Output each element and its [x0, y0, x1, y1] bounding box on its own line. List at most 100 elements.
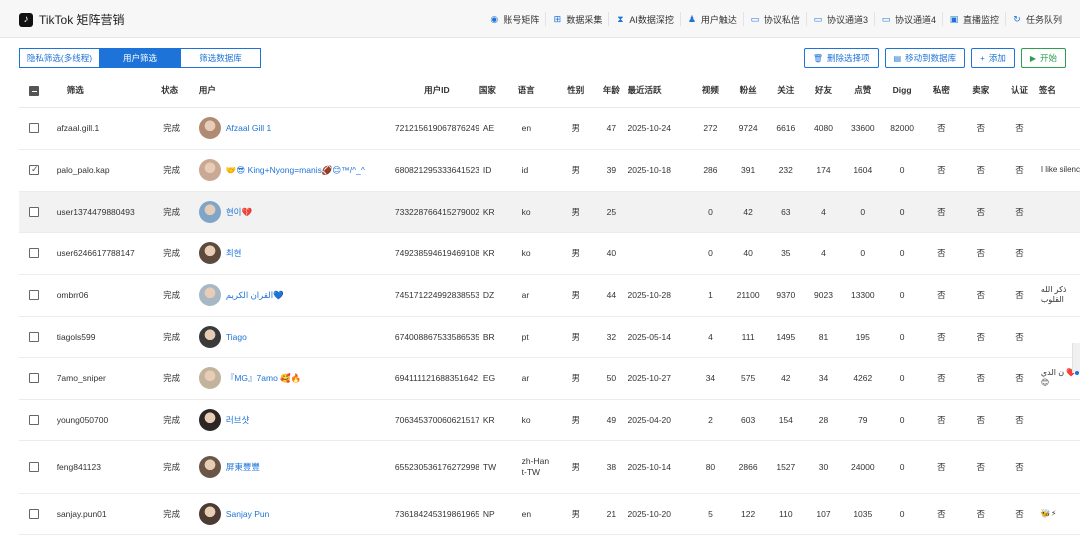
column-header[interactable]: 卖家: [961, 74, 1001, 108]
column-header[interactable]: 性别: [556, 74, 596, 108]
nav-item-3[interactable]: ♟ 用户触达: [679, 12, 743, 26]
nav-item-5[interactable]: ▭ 协议通道3: [805, 12, 874, 26]
cell-status: 完成: [161, 107, 199, 150]
table-row[interactable]: young050700 完成 러브샷 7063453700606215170 KR ko 男…: [19, 399, 1080, 441]
user-link[interactable]: 『MG』7amo 🥰🔥: [226, 372, 301, 384]
column-header[interactable]: 好友: [804, 74, 843, 108]
nav-item-0[interactable]: ◉ 账号矩阵: [483, 12, 545, 26]
row-checkbox[interactable]: [29, 248, 39, 259]
table-row[interactable]: ombrr06 完成 القران الكريم💙 74517122499283855…: [19, 274, 1080, 317]
cell-gender: 男: [556, 440, 596, 494]
cell-user-id: 7492385946194691088: [394, 232, 479, 275]
row-checkbox[interactable]: [29, 164, 39, 176]
table-row[interactable]: palo_palo.kap完成 🤝😎 King+Nyong=manis🏈😊™/^_…: [19, 149, 1080, 192]
column-header[interactable]: 最近活跃: [627, 74, 693, 108]
nav-item-4[interactable]: ▭ 协议私信: [742, 12, 806, 26]
table-row[interactable]: feng841123 完成 屏東豐豐 6552305361762729985 TW zh-…: [19, 440, 1080, 494]
cell-user[interactable]: Tiago: [198, 316, 395, 358]
table-row[interactable]: user1374479880493 完成 현이💔 733228766415279002…: [19, 191, 1080, 233]
row-checkbox[interactable]: [29, 414, 39, 425]
tab-0[interactable]: 隐私筛选(多线程): [19, 48, 100, 68]
row-checkbox[interactable]: [29, 206, 39, 217]
select-all-checkbox[interactable]: [19, 74, 57, 108]
row-checkbox-cell: [19, 149, 57, 192]
user-cell: القران الكريم💙: [198, 284, 391, 306]
column-header[interactable]: 视频: [692, 74, 729, 108]
tab-1[interactable]: 用户筛选: [100, 48, 181, 68]
row-checkbox[interactable]: [29, 290, 39, 301]
nav-item-6[interactable]: ▭ 协议通道4: [873, 12, 942, 26]
column-header[interactable]: 用户ID: [394, 74, 479, 108]
cell-following: 42: [767, 357, 805, 400]
user-link[interactable]: Afzaal Gill 1: [226, 123, 271, 133]
cell-user[interactable]: Sanjay Pun: [198, 493, 395, 535]
table-row[interactable]: 7amo_sniper 完成 『MG』7amo 🥰🔥 6941111216883516…: [19, 357, 1080, 400]
row-checkbox[interactable]: [29, 373, 39, 384]
column-header[interactable]: 年龄: [595, 74, 628, 108]
nav-item-8[interactable]: ↻ 任务队列: [1004, 12, 1068, 26]
cell-fans: 391: [728, 149, 768, 192]
column-header[interactable]: 关注: [767, 74, 805, 108]
action-button-0[interactable]: 🗑 删除选择项: [803, 48, 879, 68]
column-header[interactable]: 粉丝: [728, 74, 768, 108]
filter-tabs: 隐私筛选(多线程) 用户筛选 筛选数据库: [19, 48, 261, 68]
user-link[interactable]: 屏東豐豐: [226, 461, 260, 473]
column-header[interactable]: 国家: [478, 74, 518, 108]
avatar: [198, 367, 221, 389]
row-checkbox-cell: [19, 107, 57, 150]
row-checkbox[interactable]: [29, 123, 39, 134]
cell-country: NP: [478, 493, 518, 535]
cell-private: 否: [921, 493, 962, 535]
column-header[interactable]: 私密: [921, 74, 962, 108]
cell-user[interactable]: 『MG』7amo 🥰🔥: [198, 357, 395, 400]
action-button-3[interactable]: ▶ 开始: [1020, 48, 1066, 68]
row-checkbox[interactable]: [29, 331, 39, 342]
row-checkbox[interactable]: [29, 461, 39, 472]
vertical-scrollbar[interactable]: [1072, 343, 1080, 375]
column-header[interactable]: 认证: [1000, 74, 1039, 108]
cell-country: BR: [478, 316, 518, 358]
cell-user[interactable]: 최현: [198, 232, 395, 275]
row-checkbox-cell: [19, 232, 57, 275]
cell-signature: [1038, 107, 1080, 150]
table-body: afzaal.gill.1 完成 Afzaal Gill 1 721215619067…: [19, 107, 1080, 535]
table-row[interactable]: tiagols599 完成 Tiago 6740088675335865350 BR pt…: [19, 316, 1080, 358]
cell-filter: palo_palo.kap: [56, 149, 162, 192]
user-link[interactable]: Tiago: [226, 332, 247, 342]
cell-user[interactable]: القران الكريم💙: [198, 274, 395, 317]
account-matrix-icon: ◉: [490, 14, 499, 24]
cell-user[interactable]: 🤝😎 King+Nyong=manis🏈😊™/^_^: [198, 149, 395, 192]
cell-videos: 80: [692, 440, 729, 494]
column-header[interactable]: 状态: [161, 74, 199, 108]
column-header[interactable]: 签名: [1038, 74, 1080, 108]
cell-user[interactable]: 현이💔: [198, 191, 395, 233]
column-header[interactable]: 语言: [517, 74, 557, 108]
column-header[interactable]: 点赞: [842, 74, 883, 108]
table-row[interactable]: afzaal.gill.1 完成 Afzaal Gill 1 721215619067…: [19, 107, 1080, 150]
user-link[interactable]: 🤝😎 King+Nyong=manis🏈😊™/^_^: [226, 165, 365, 176]
row-checkbox[interactable]: [29, 508, 39, 519]
column-header[interactable]: 筛选: [56, 74, 162, 108]
cell-filter: sanjay.pun01: [56, 493, 162, 535]
play-icon: ▶: [1029, 53, 1036, 63]
nav-item-2[interactable]: ⧗ AI数据深挖: [608, 12, 680, 26]
nav-item-1[interactable]: ⊞ 数据采集: [545, 12, 608, 26]
user-link[interactable]: 러브샷: [226, 414, 249, 426]
cell-lang: ko: [517, 399, 557, 441]
cell-lang: pt: [517, 316, 557, 358]
nav-item-7[interactable]: ▣ 直播监控: [941, 12, 1005, 26]
cell-user[interactable]: 屏東豐豐: [198, 440, 395, 494]
action-button-1[interactable]: ▤ 移动到数据库: [884, 48, 966, 68]
action-button-2[interactable]: + 添加: [971, 48, 1015, 68]
column-header[interactable]: 用户: [198, 74, 395, 108]
tab-2[interactable]: 筛选数据库: [181, 48, 261, 68]
cell-user[interactable]: Afzaal Gill 1: [198, 107, 395, 150]
column-header[interactable]: Digg: [882, 74, 922, 108]
table-row[interactable]: user6246617788147 完成 최현 7492385946194691088…: [19, 232, 1080, 275]
table-row[interactable]: sanjay.pun01 完成 Sanjay Pun 7361842453198619…: [19, 493, 1080, 535]
user-link[interactable]: Sanjay Pun: [226, 509, 269, 519]
user-link[interactable]: 현이💔: [226, 206, 252, 218]
cell-user[interactable]: 러브샷: [198, 399, 395, 441]
user-link[interactable]: القران الكريم💙: [226, 290, 284, 301]
user-link[interactable]: 최현: [226, 247, 242, 259]
